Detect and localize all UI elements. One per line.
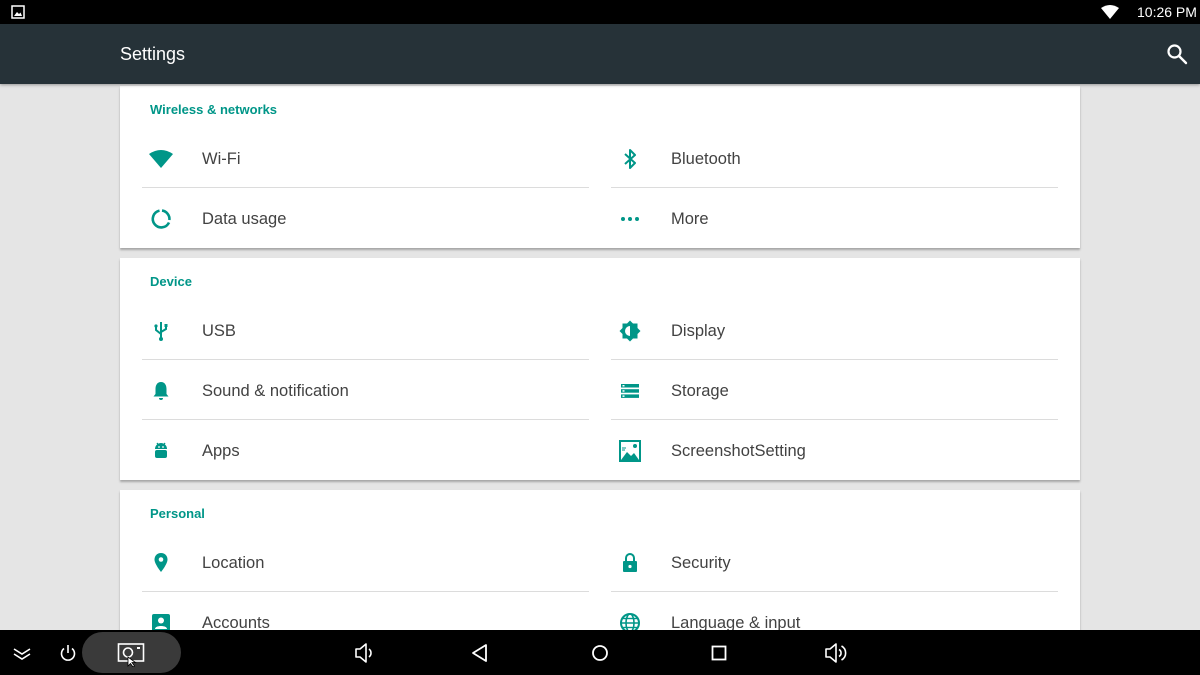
settings-item-screenshot-setting[interactable]: ScreenshotSetting <box>611 420 1058 480</box>
category-header: Personal <box>150 506 205 521</box>
settings-item-apps[interactable]: Apps <box>142 420 589 480</box>
settings-item-label: Display <box>671 322 726 340</box>
category-header: Wireless & networks <box>150 102 278 117</box>
recents-icon[interactable] <box>705 639 733 667</box>
bluetooth-icon <box>624 149 636 169</box>
display-icon <box>619 320 641 342</box>
collapse-icon[interactable] <box>8 639 36 667</box>
home-icon[interactable] <box>586 639 614 667</box>
settings-item-label: Accounts <box>202 614 270 630</box>
data-usage-icon <box>151 209 171 229</box>
more-icon <box>621 217 639 221</box>
wifi-icon <box>149 150 173 168</box>
status-time: 10:26 PM <box>1137 4 1197 20</box>
lock-icon <box>623 553 637 572</box>
account-icon <box>152 614 170 630</box>
android-icon <box>155 442 167 458</box>
settings-item-label: Language & input <box>671 614 801 630</box>
settings-item-data-usage[interactable]: Data usage <box>142 188 589 248</box>
volume-down-icon[interactable] <box>350 639 378 667</box>
settings-item-label: ScreenshotSetting <box>671 442 806 460</box>
power-icon[interactable] <box>54 639 82 667</box>
volume-up-icon[interactable] <box>822 639 850 667</box>
settings-item-sound-notification[interactable]: Sound & notification <box>142 360 589 420</box>
search-icon[interactable] <box>1166 43 1188 65</box>
section-device: Device USB Display Sound & notification … <box>120 258 1080 480</box>
settings-item-location[interactable]: Location <box>142 532 589 592</box>
settings-list[interactable]: Wireless & networks Wi-Fi Bluetooth Data… <box>0 84 1200 630</box>
category-header: Device <box>150 274 192 289</box>
globe-icon <box>620 613 640 630</box>
settings-item-label: Data usage <box>202 210 287 228</box>
settings-item-display[interactable]: Display <box>611 300 1058 360</box>
settings-item-label: USB <box>202 322 236 340</box>
settings-item-storage[interactable]: Storage <box>611 360 1058 420</box>
navigation-bar <box>0 630 1200 675</box>
storage-icon <box>621 384 639 398</box>
settings-item-label: Security <box>671 554 731 572</box>
settings-item-wifi[interactable]: Wi-Fi <box>142 128 589 188</box>
settings-item-label: Apps <box>202 442 240 460</box>
settings-item-security[interactable]: Security <box>611 532 1058 592</box>
settings-item-usb[interactable]: USB <box>142 300 589 360</box>
app-bar: Settings <box>0 24 1200 84</box>
section-wireless-networks: Wireless & networks Wi-Fi Bluetooth Data… <box>120 86 1080 248</box>
settings-item-label: More <box>671 210 709 228</box>
settings-item-label: Sound & notification <box>202 382 349 400</box>
usb-icon <box>154 322 168 341</box>
settings-item-more[interactable]: More <box>611 188 1058 248</box>
screenshot-capture-icon[interactable] <box>117 639 145 667</box>
wifi-signal-icon <box>1101 5 1119 19</box>
settings-item-label: Location <box>202 554 265 572</box>
settings-item-label: Bluetooth <box>671 150 741 168</box>
settings-item-language-input[interactable]: Language & input <box>611 592 1058 630</box>
settings-item-bluetooth[interactable]: Bluetooth <box>611 128 1058 188</box>
settings-item-accounts[interactable]: Accounts <box>142 592 589 630</box>
page-title: Settings <box>120 44 186 64</box>
screenshot-icon <box>619 440 641 462</box>
back-icon[interactable] <box>466 639 494 667</box>
image-icon <box>11 5 25 19</box>
settings-item-label: Wi-Fi <box>202 150 241 168</box>
section-personal: Personal Location Security Accounts Lang… <box>120 490 1080 630</box>
settings-item-label: Storage <box>671 382 729 400</box>
bell-icon <box>153 382 169 400</box>
status-bar: 10:26 PM <box>0 0 1200 24</box>
location-icon <box>154 553 168 572</box>
